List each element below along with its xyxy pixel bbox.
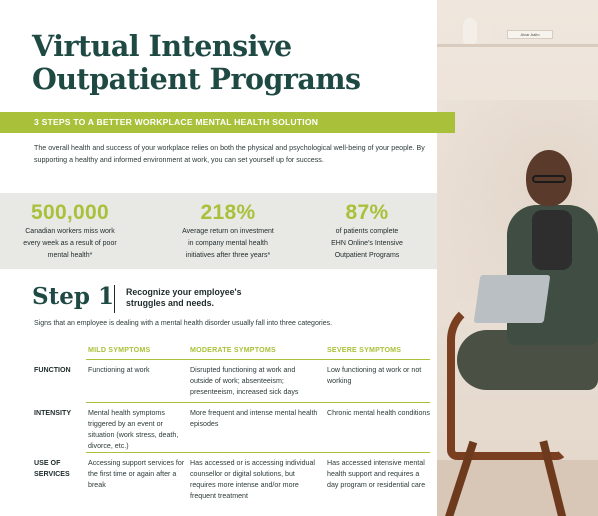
stat-description: of patients complete [335, 228, 399, 235]
column-header-mild: MILD SYMPTOMS [88, 346, 151, 354]
row-label-text: SERVICES [34, 469, 70, 478]
signs-text: Signs that an employee is dealing with a… [34, 320, 333, 327]
table-cell: Accessing support services for the first… [88, 459, 185, 489]
stat-item: 87% of patients complete EHN Online's In… [297, 193, 437, 262]
hero-photo: Alvar Aalto [437, 0, 598, 516]
stat-description: Outpatient Programs [334, 252, 400, 260]
photo-vase-small [481, 24, 491, 44]
table-cell: Has accessed intensive mental health sup… [327, 459, 426, 489]
row-label-text: FUNCTION [34, 366, 71, 374]
stat-description: Average return on investment [182, 228, 274, 235]
stat-description: EHN Online's Intensive [331, 240, 403, 248]
stat-description: initiatives after three years* [185, 252, 271, 260]
row-label-use-of-services: USE OF SERVICES [34, 458, 70, 479]
row-label-intensity: INTENSITY [34, 408, 71, 419]
banner-text: 3 STEPS TO A BETTER WORKPLACE MENTAL HEA… [34, 117, 319, 127]
photo-vase [463, 18, 477, 44]
step-subtitle-line-1: Recognize your employee's [126, 287, 242, 297]
stat-description: Canadian workers miss work [25, 228, 115, 235]
stat-number: 218% [200, 201, 256, 224]
table-cell: More frequent and intense mental health … [190, 409, 318, 428]
section-banner: 3 STEPS TO A BETTER WORKPLACE MENTAL HEA… [0, 112, 437, 133]
step-subtitle: Recognize your employee's struggles and … [126, 287, 326, 309]
stat-item: 500,000 Canadian workers miss work every… [0, 193, 140, 262]
table-cell: Disrupted functioning at work and outsid… [190, 366, 299, 396]
table-divider [86, 452, 430, 453]
stat-description: every week as a result of poor [23, 240, 117, 248]
step-divider [114, 285, 115, 313]
row-label-function: FUNCTION [34, 365, 71, 376]
row-label-text: INTENSITY [34, 409, 72, 417]
table-cell: Functioning at work [88, 366, 150, 374]
column-header-severe: SEVERE SYMPTOMS [327, 346, 402, 354]
page-title-line-1: Virtual Intensive [32, 29, 292, 63]
intro-paragraph: The overall health and success of your w… [34, 144, 425, 164]
table-cell: Has accessed or is accessing individual … [190, 459, 315, 500]
stats-panel: 500,000 Canadian workers miss work every… [0, 193, 437, 269]
table-cell: Chronic mental health conditions [327, 409, 430, 417]
photo-book: Alvar Aalto [507, 30, 553, 39]
column-header-moderate: MODERATE SYMPTOMS [190, 346, 276, 354]
row-label-text: USE OF [34, 459, 61, 467]
step-heading: Step 1 [32, 283, 114, 310]
table-cell: Mental health symptoms triggered by an e… [88, 409, 179, 450]
stat-number: 500,000 [30, 201, 109, 224]
stat-item: 218% Average return on investment in com… [158, 193, 298, 262]
page-title-line-2: Outpatient Programs [32, 62, 361, 96]
photo-person-shirt [532, 210, 572, 270]
banner-tail [437, 112, 455, 133]
photo-laptop [473, 275, 551, 323]
stat-description: in company mental health [188, 240, 268, 248]
table-divider [86, 402, 430, 403]
stat-number: 87% [345, 201, 389, 224]
table-divider [86, 359, 430, 360]
photo-shelf [437, 44, 598, 47]
photo-glasses [532, 175, 566, 183]
page-title: Virtual Intensive Outpatient Programs [32, 30, 412, 96]
table-cell: Low functioning at work or not working [327, 366, 422, 385]
stat-description: mental health* [47, 252, 93, 260]
photo-book-text: Alvar Aalto [520, 32, 540, 37]
step-subtitle-line-2: struggles and needs. [126, 298, 214, 308]
